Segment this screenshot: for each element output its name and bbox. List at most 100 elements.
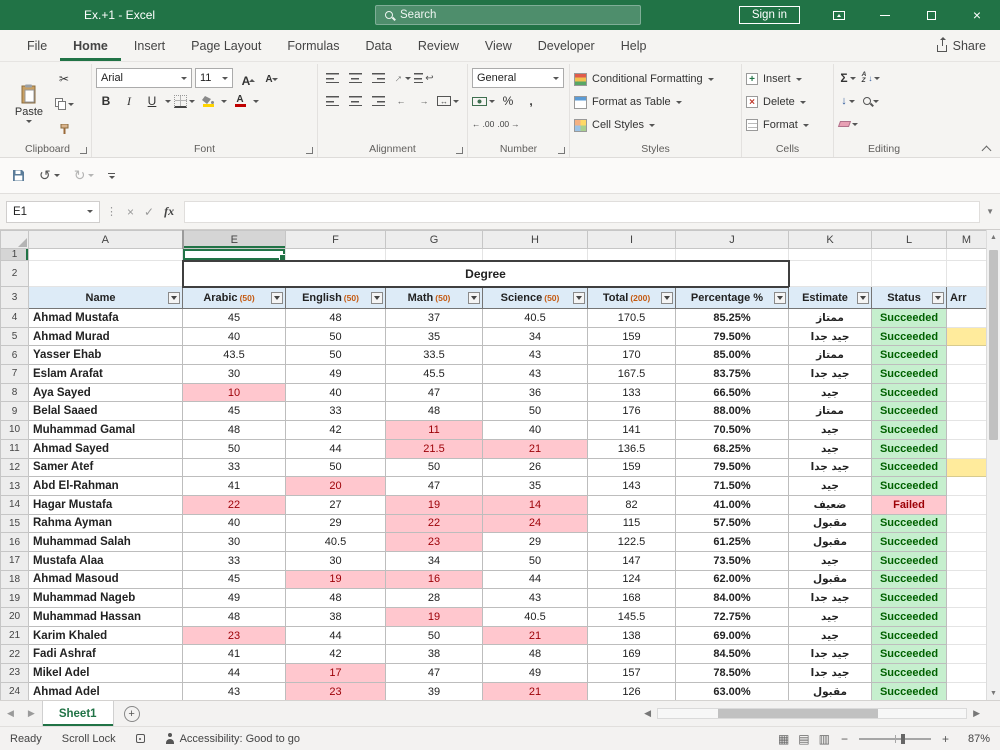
row-header-24[interactable]: 24 — [1, 682, 29, 700]
cell-J22[interactable]: 84.50% — [676, 645, 789, 664]
formula-input[interactable] — [184, 201, 980, 223]
cell-J7[interactable]: 83.75% — [676, 365, 789, 384]
save-button[interactable] — [12, 169, 25, 182]
cell-M9[interactable] — [947, 402, 987, 421]
cell-J12[interactable]: 79.50% — [676, 458, 789, 477]
cell-K14[interactable]: ضعيف — [789, 495, 872, 514]
degree-merged-cell[interactable]: Degree — [183, 261, 789, 287]
cell-A16[interactable]: Muhammad Salah — [29, 533, 183, 552]
cell-A10[interactable]: Muhammad Gamal — [29, 421, 183, 440]
clipboard-dialog-launcher[interactable] — [80, 147, 87, 154]
cell-F19[interactable]: 48 — [286, 589, 386, 608]
ribbon-tab-insert[interactable]: Insert — [121, 30, 178, 61]
clear-button[interactable] — [838, 114, 858, 134]
wrap-text-button[interactable]: ↩ — [414, 68, 434, 88]
cell-A9[interactable]: Belal Saaed — [29, 402, 183, 421]
find-select-button[interactable] — [861, 91, 881, 111]
cell-K18[interactable]: مقبول — [789, 570, 872, 589]
column-header-A[interactable]: A — [29, 231, 183, 249]
conditional-formatting-button[interactable]: Conditional Formatting — [574, 69, 737, 89]
cell-K11[interactable]: جيد — [789, 439, 872, 458]
cell-L12[interactable]: Succeeded — [872, 458, 947, 477]
expand-formula-bar-button[interactable]: ▼ — [986, 207, 994, 216]
align-top-button[interactable] — [322, 68, 342, 88]
cell-F5[interactable]: 50 — [286, 327, 386, 346]
accounting-format-button[interactable] — [472, 91, 495, 111]
cell-G7[interactable]: 45.5 — [386, 365, 483, 384]
horizontal-scrollbar[interactable]: ◀ ▶ — [640, 701, 1000, 726]
cell-A17[interactable]: Mustafa Alaa — [29, 551, 183, 570]
cell-M6[interactable] — [947, 346, 987, 365]
cell-F4[interactable]: 48 — [286, 309, 386, 328]
previous-sheet-button[interactable]: ◀ — [0, 708, 21, 719]
cell-J23[interactable]: 78.50% — [676, 664, 789, 683]
cell-F12[interactable]: 50 — [286, 458, 386, 477]
cell-L17[interactable]: Succeeded — [872, 551, 947, 570]
cell-J4[interactable]: 85.25% — [676, 309, 789, 328]
cell-M5[interactable] — [947, 327, 987, 346]
cell-F15[interactable]: 29 — [286, 514, 386, 533]
cell-I15[interactable]: 115 — [588, 514, 676, 533]
header-math[interactable]: Math(50) — [386, 287, 483, 309]
cell-K4[interactable]: ممتاز — [789, 309, 872, 328]
cell-G16[interactable]: 23 — [386, 533, 483, 552]
filter-button-english[interactable] — [371, 292, 383, 304]
row-header-7[interactable]: 7 — [1, 365, 29, 384]
cell-K5[interactable]: جيد جدا — [789, 327, 872, 346]
row-header-10[interactable]: 10 — [1, 421, 29, 440]
header-extra[interactable]: Arr — [947, 287, 987, 309]
cell-I9[interactable]: 176 — [588, 402, 676, 421]
cell-J19[interactable]: 84.00% — [676, 589, 789, 608]
cell-L19[interactable]: Succeeded — [872, 589, 947, 608]
cell-E8[interactable]: 10 — [183, 383, 286, 402]
cell-I1[interactable] — [588, 249, 676, 261]
cell-G23[interactable]: 47 — [386, 664, 483, 683]
cell-I21[interactable]: 138 — [588, 626, 676, 645]
cell-H6[interactable]: 43 — [483, 346, 588, 365]
cell-H9[interactable]: 50 — [483, 402, 588, 421]
cell-H13[interactable]: 35 — [483, 477, 588, 496]
scroll-down-button[interactable]: ▼ — [987, 686, 1000, 700]
normal-view-button[interactable]: ▦ — [778, 733, 789, 745]
cell-F8[interactable]: 40 — [286, 383, 386, 402]
cell-M21[interactable] — [947, 626, 987, 645]
header-status[interactable]: Status — [872, 287, 947, 309]
header-estimate[interactable]: Estimate — [789, 287, 872, 309]
cell-H20[interactable]: 40.5 — [483, 608, 588, 627]
cell-L8[interactable]: Succeeded — [872, 383, 947, 402]
cell-L14[interactable]: Failed — [872, 495, 947, 514]
ribbon-tab-view[interactable]: View — [472, 30, 525, 61]
cell-M15[interactable] — [947, 514, 987, 533]
row-header-9[interactable]: 9 — [1, 402, 29, 421]
cell-G11[interactable]: 21.5 — [386, 439, 483, 458]
cell-H23[interactable]: 49 — [483, 664, 588, 683]
zoom-out-button[interactable]: − — [839, 732, 850, 746]
cell-G24[interactable]: 39 — [386, 682, 483, 700]
cell-K16[interactable]: مقبول — [789, 533, 872, 552]
cell-A7[interactable]: Eslam Arafat — [29, 365, 183, 384]
ribbon-tab-help[interactable]: Help — [608, 30, 660, 61]
copy-button[interactable] — [54, 94, 74, 114]
zoom-level[interactable]: 87% — [960, 733, 990, 745]
header-arabic[interactable]: Arabic(50) — [183, 287, 286, 309]
cell-E12[interactable]: 33 — [183, 458, 286, 477]
cell-K9[interactable]: ممتاز — [789, 402, 872, 421]
cell-H22[interactable]: 48 — [483, 645, 588, 664]
cell-I13[interactable]: 143 — [588, 477, 676, 496]
filter-button-arabic[interactable] — [271, 292, 283, 304]
cell-E23[interactable]: 44 — [183, 664, 286, 683]
cell-F24[interactable]: 23 — [286, 682, 386, 700]
cell-I17[interactable]: 147 — [588, 551, 676, 570]
column-header-I[interactable]: I — [588, 231, 676, 249]
cell-F21[interactable]: 44 — [286, 626, 386, 645]
cell-J15[interactable]: 57.50% — [676, 514, 789, 533]
cell-G19[interactable]: 28 — [386, 589, 483, 608]
cell-J1[interactable] — [676, 249, 789, 261]
cell-G13[interactable]: 47 — [386, 477, 483, 496]
cell-K20[interactable]: جيد — [789, 608, 872, 627]
cell-A21[interactable]: Karim Khaled — [29, 626, 183, 645]
cell-I5[interactable]: 159 — [588, 327, 676, 346]
cell-M18[interactable] — [947, 570, 987, 589]
cell-A12[interactable]: Samer Atef — [29, 458, 183, 477]
cell-F11[interactable]: 44 — [286, 439, 386, 458]
